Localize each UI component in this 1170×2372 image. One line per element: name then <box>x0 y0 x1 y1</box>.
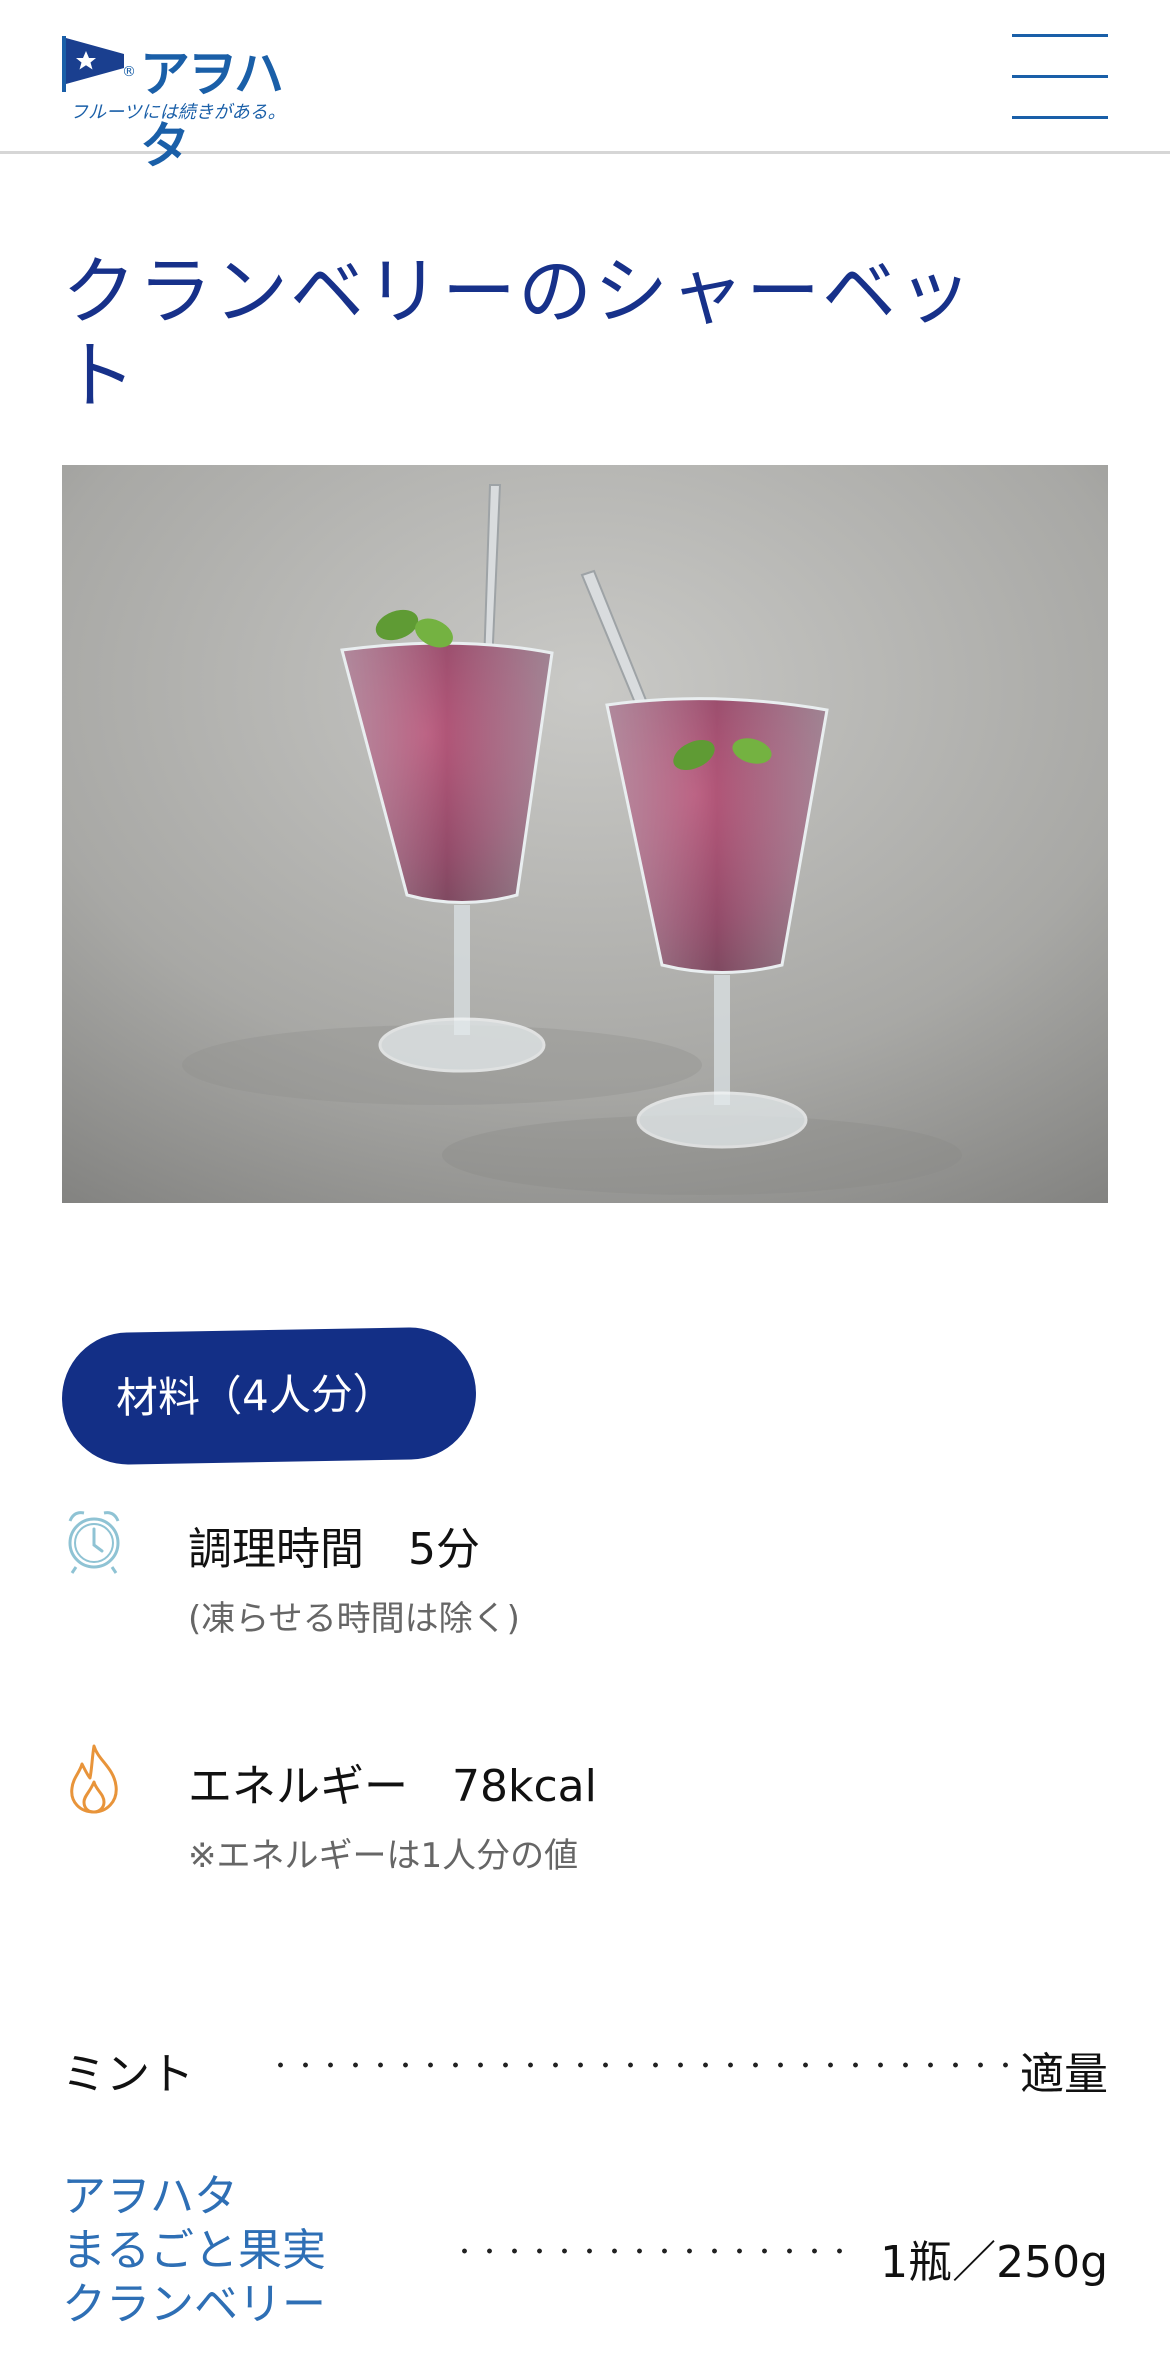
menu-line <box>1012 116 1108 119</box>
flag-logo-icon <box>62 36 124 92</box>
ingredient-name: ミント <box>62 2049 194 2100</box>
flame-icon <box>70 1744 118 1814</box>
ingredient-quantity: 1瓶／250g <box>880 2237 1108 2288</box>
page-title-line1: クランベリーのシャーベッ <box>62 249 974 335</box>
leader-dots <box>452 2248 842 2254</box>
alarm-clock-icon <box>68 1511 120 1574</box>
ingredient-name-line: まるごと果実 <box>62 2225 326 2276</box>
cooking-time-note: (凍らせる時間は除く) <box>188 1599 520 1639</box>
registered-mark: ® <box>122 64 136 80</box>
recipe-photo <box>62 465 1108 1203</box>
brand-tagline: フルーツには続きがある。 <box>70 102 286 123</box>
ingredient-name-line: アヲハタ <box>62 2171 238 2222</box>
cooking-time-label: 調理時間 5分 <box>188 1524 480 1575</box>
page-title-line2: ト <box>62 333 138 419</box>
ingredient-product-link[interactable]: アヲハタ まるごと果実 クランベリー <box>62 2170 326 2332</box>
brand-logo[interactable]: ® アヲハタ フルーツには続きがある。 <box>60 34 310 175</box>
ingredient-row: アヲハタ まるごと果実 クランベリー 1瓶／250g <box>62 2170 1108 2340</box>
energy-note: ※エネルギーは1人分の値 <box>188 1836 579 1876</box>
hamburger-menu-icon[interactable] <box>1012 34 1108 120</box>
ingredient-row: ミント 適量 <box>62 2030 1108 2102</box>
sherbet-glasses-illustration <box>62 465 1108 1203</box>
energy-row: エネルギー 78kcal ※エネルギーは1人分の値 <box>62 1742 1062 1882</box>
energy-label: エネルギー 78kcal <box>188 1761 597 1812</box>
servings-badge: 材料（4人分） <box>60 1326 478 1466</box>
ingredient-name-line: クランベリー <box>62 2279 326 2330</box>
menu-line <box>1012 34 1108 37</box>
leader-dots <box>268 2062 1022 2068</box>
menu-line <box>1012 75 1108 78</box>
page-title: クランベリーのシャーベッ ト <box>62 250 1062 418</box>
ingredient-quantity: 適量 <box>1020 2049 1108 2100</box>
cooking-time-row: 調理時間 5分 (凍らせる時間は除く) <box>62 1505 1062 1645</box>
site-header: ® アヲハタ フルーツには続きがある。 <box>0 0 1170 175</box>
